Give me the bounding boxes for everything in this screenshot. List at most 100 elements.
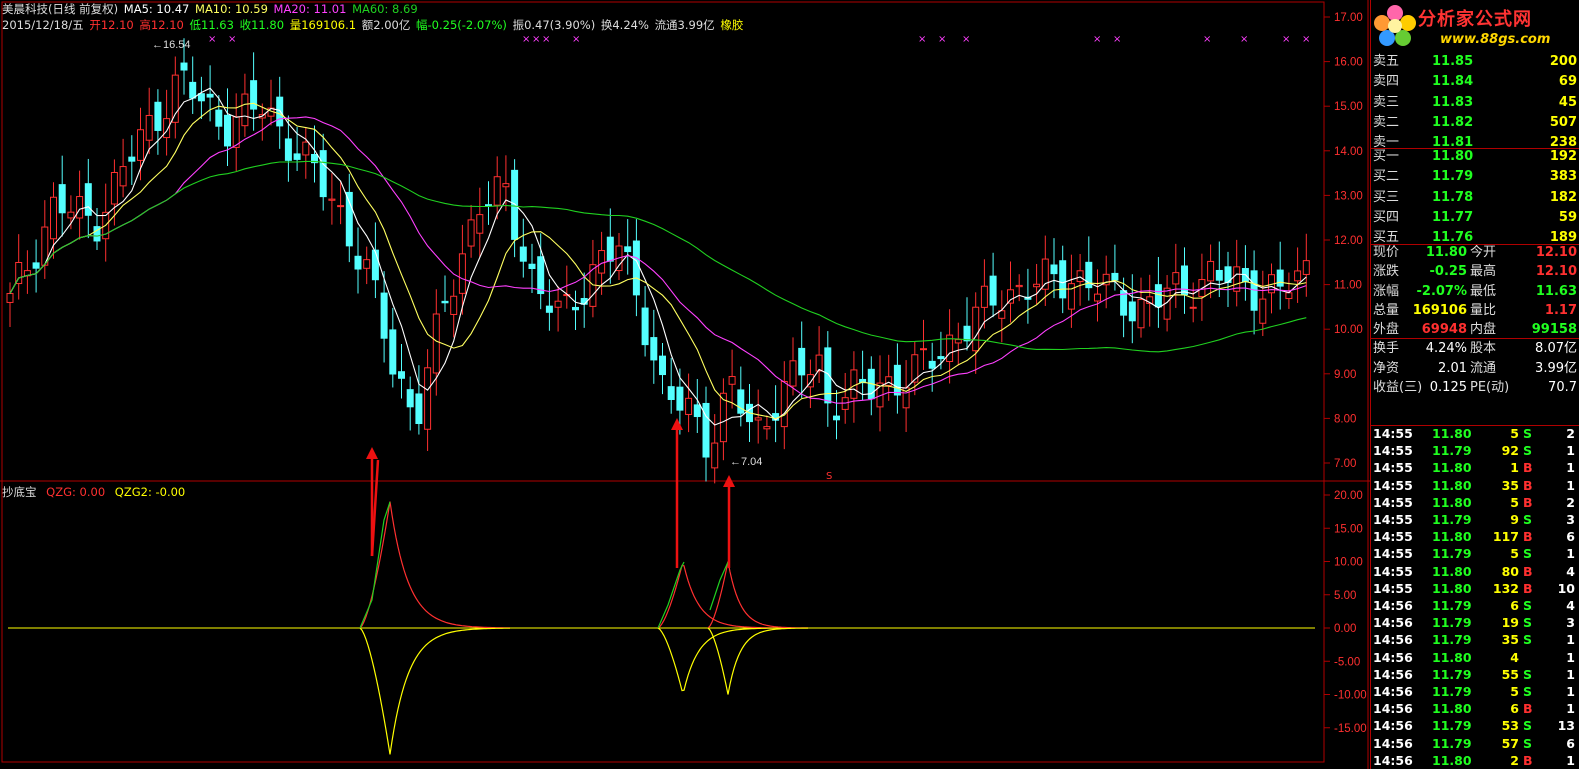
candle-body (650, 337, 658, 361)
tick-row[interactable]: 14:55 11.80 80 B 4 (1370, 563, 1579, 580)
quote-value: 69948 (1421, 322, 1467, 338)
tick-count: 10 (1557, 580, 1575, 596)
tick-price: 11.79 (1432, 598, 1472, 613)
candle-body (476, 214, 484, 234)
tick-time: 14:56 (1373, 735, 1413, 751)
candle-body (1181, 265, 1188, 296)
candle-body (493, 176, 501, 206)
tick-row[interactable]: 14:55 11.80 5 B 2 (1370, 494, 1579, 511)
candle-body (1007, 289, 1014, 304)
ask-row[interactable]: 卖三 11.83 45 (1370, 93, 1579, 112)
tick-row[interactable]: 14:56 11.79 19 S 3 (1370, 614, 1579, 631)
tick-row[interactable]: 14:55 11.80 5 S 2 (1370, 425, 1579, 442)
ask-row[interactable]: 卖二 11.82 507 (1370, 113, 1579, 132)
candle-body (632, 240, 640, 296)
bid-row[interactable]: 买四 11.77 59 (1370, 208, 1579, 227)
signal-marker: × (938, 34, 946, 45)
tick-side: S (1523, 632, 1533, 648)
tick-row[interactable]: 14:56 11.80 2 B 1 (1370, 752, 1579, 769)
tick-side: B (1523, 563, 1533, 579)
bid-row[interactable]: 买一 11.80 192 (1370, 147, 1579, 166)
candle-body (1050, 264, 1058, 275)
tick-row[interactable]: 14:56 11.80 4 1 (1370, 649, 1579, 666)
section-divider (1370, 244, 1579, 245)
ind-y-tick-label: 20.00 (1334, 490, 1363, 502)
stats-row: 收益(三) 0.125 PE(动) 70.7 (1370, 378, 1579, 397)
tick-row[interactable]: 14:55 11.80 35 B 1 (1370, 477, 1579, 494)
candle-body (676, 386, 684, 411)
candle-body (284, 138, 292, 161)
kline-chart-area[interactable]: 17.00 16.00 15.00 14.00 13.00 12.00 11.00 10.00… (0, 0, 1370, 769)
tick-count: 4 (1566, 598, 1575, 613)
tick-count: 4 (1566, 563, 1575, 579)
tick-side: S (1523, 512, 1533, 527)
candle-body (137, 129, 144, 161)
ma10-line (9, 102, 1307, 420)
tick-price: 11.79 (1432, 512, 1472, 527)
tick-volume: 132 (1492, 580, 1519, 596)
candle-body (450, 295, 458, 315)
tick-row[interactable]: 14:56 11.79 5 S 1 (1370, 683, 1579, 700)
tick-row[interactable]: 14:56 11.79 35 S 1 (1370, 631, 1579, 648)
candle-body (424, 367, 432, 430)
concept-tag[interactable]: 橡胶 (720, 18, 743, 32)
quote-label: 涨幅 (1373, 283, 1400, 299)
quote-value-2: 11.63 (1535, 283, 1577, 299)
ask-price: 11.82 (1432, 114, 1474, 130)
tick-row[interactable]: 14:56 11.80 6 B 1 (1370, 700, 1579, 717)
tick-row[interactable]: 14:56 11.79 57 S 6 (1370, 735, 1579, 752)
tick-side: S (1523, 666, 1533, 682)
tick-row[interactable]: 14:56 11.79 53 S 13 (1370, 717, 1579, 734)
tick-side: S (1523, 443, 1533, 459)
quote-label: 涨跌 (1373, 264, 1400, 280)
candle-body (754, 417, 762, 421)
tick-row[interactable]: 14:56 11.79 6 S 4 (1370, 597, 1579, 614)
tick-row[interactable]: 14:55 11.80 117 B 6 (1370, 528, 1579, 545)
quote-value-2: 12.10 (1535, 264, 1577, 280)
bid-row[interactable]: 买三 11.78 182 (1370, 188, 1579, 207)
site-logo: 分析家公式网 www.88gs.com (1370, 0, 1579, 52)
ask-row[interactable]: 卖四 11.84 69 (1370, 72, 1579, 91)
candle-body (850, 369, 858, 399)
bid-price: 11.78 (1432, 189, 1474, 205)
ind-y-tick-label: 10.00 (1334, 557, 1363, 569)
tick-row[interactable]: 14:55 11.79 92 S 1 (1370, 442, 1579, 459)
stats-label: 换手 (1373, 341, 1400, 356)
candle-body (467, 219, 475, 247)
candle-body (206, 93, 214, 98)
bid-row[interactable]: 买二 11.79 383 (1370, 167, 1579, 186)
ask-row[interactable]: 卖五 11.85 200 (1370, 52, 1579, 71)
y-tick-label: 16.00 (1334, 57, 1363, 69)
low-price-label: ←7.04 (730, 456, 762, 468)
tick-row[interactable]: 14:55 11.79 5 S 1 (1370, 545, 1579, 562)
quote-label-2: 内盘 (1470, 322, 1497, 338)
ask-price: 11.84 (1432, 74, 1474, 90)
candle-body (1137, 299, 1145, 329)
candle-body (1076, 270, 1084, 283)
tick-volume: 5 (1510, 426, 1519, 441)
signal-marker: × (522, 34, 530, 45)
indicator-name[interactable]: 抄底宝 (2, 485, 37, 499)
candle-body (1172, 272, 1180, 285)
tick-price: 11.79 (1432, 632, 1472, 648)
candle-body (241, 93, 249, 127)
qzg-spike-1-up (359, 501, 510, 629)
y-tick-label: 11.00 (1334, 280, 1362, 292)
candle-body (171, 74, 179, 123)
qzg-value: QZG: 0.00 (46, 485, 106, 499)
candle-body (545, 305, 553, 313)
tick-count: 3 (1566, 615, 1575, 631)
tick-row[interactable]: 14:55 11.79 9 S 3 (1370, 511, 1579, 528)
tick-side: S (1523, 598, 1533, 613)
tick-row[interactable]: 14:55 11.80 1 B 1 (1370, 459, 1579, 476)
y-tick-label: 8.00 (1334, 413, 1356, 425)
tick-time: 14:56 (1373, 752, 1413, 768)
kline-chart-svg[interactable]: 17.00 16.00 15.00 14.00 13.00 12.00 11.00 10.00… (0, 0, 1370, 769)
tick-price: 11.80 (1432, 426, 1472, 441)
signal-marker: × (208, 34, 216, 45)
tick-row[interactable]: 14:55 11.80 132 B 10 (1370, 580, 1579, 597)
candle-body (1041, 258, 1049, 290)
high-value: 高12.10 (139, 18, 184, 32)
candle-body (1207, 260, 1215, 282)
tick-row[interactable]: 14:56 11.79 55 S 1 (1370, 666, 1579, 683)
